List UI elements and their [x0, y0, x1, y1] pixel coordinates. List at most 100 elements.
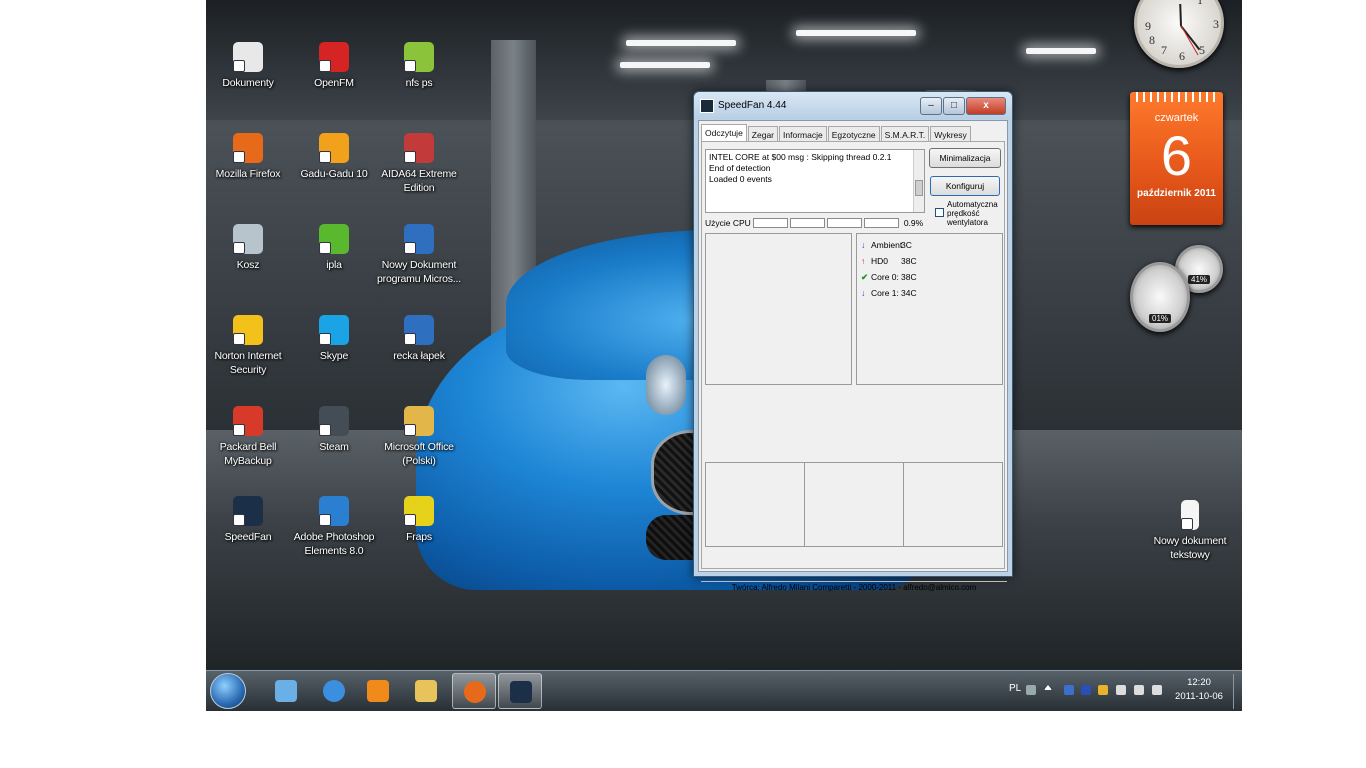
- skype-icon: [319, 315, 349, 345]
- action-center-icon[interactable]: [1116, 685, 1126, 695]
- desktop-icon[interactable]: Packard Bell MyBackup: [206, 406, 293, 468]
- tab-1[interactable]: Zegar: [747, 126, 779, 142]
- tab-2[interactable]: Informacje: [779, 126, 827, 142]
- log-line: End of detection: [709, 163, 771, 173]
- scrollbar-thumb[interactable]: [915, 180, 923, 196]
- recycle-bin-icon: [233, 224, 263, 254]
- wallpaper-light: [1026, 48, 1096, 54]
- speedfan-titlebar[interactable]: SpeedFan 4.44 – □ x: [694, 92, 1012, 119]
- configure-button[interactable]: Konfiguruj: [930, 176, 1000, 196]
- desktop-icon-label: Norton Internet Security: [214, 350, 282, 376]
- folder-icon: [415, 680, 437, 702]
- temperature-row: ↓ Core 1: 34C: [861, 285, 998, 301]
- desktop-icon[interactable]: OpenFM: [289, 42, 379, 90]
- desktop-icon[interactable]: AIDA64 Extreme Edition: [374, 133, 464, 195]
- trend-arrow-icon: ↓: [861, 288, 866, 298]
- window-title: SpeedFan 4.44: [718, 100, 787, 111]
- gadu-gadu-tray-icon[interactable]: [1098, 685, 1108, 695]
- word-doc-icon: [404, 224, 434, 254]
- clock-time: 12:20: [1187, 677, 1211, 688]
- cpu-usage: Użycie CPU 0.9%: [705, 218, 923, 228]
- desktop-icon[interactable]: Adobe Photoshop Elements 8.0: [289, 496, 379, 558]
- desktop-icon[interactable]: Gadu-Gadu 10: [289, 133, 379, 181]
- calendar-gadget[interactable]: czwartek 6 październik 2011: [1130, 92, 1223, 225]
- clock-numeral: 7: [1161, 43, 1167, 57]
- photoshop-elements-icon: [319, 496, 349, 526]
- cpu-gauge-reading: 01%: [1148, 314, 1172, 323]
- firefox-icon: [464, 681, 486, 703]
- desktop-icon-text-file[interactable]: Nowy dokument tekstowy: [1145, 500, 1235, 562]
- desktop-icon-label: Dokumenty: [222, 77, 274, 89]
- voltages-column: [805, 463, 904, 546]
- voltages-area: [705, 462, 1003, 547]
- taskbar-explorer[interactable]: [404, 673, 448, 709]
- wallpaper-light: [620, 62, 710, 68]
- volume-icon[interactable]: [1152, 685, 1162, 695]
- close-button[interactable]: x: [966, 96, 1006, 115]
- sensor-value: 3C: [901, 240, 912, 250]
- desktop-icon[interactable]: Skype: [289, 315, 379, 363]
- intel-icon[interactable]: [1081, 685, 1091, 695]
- calendar-rings: [1136, 92, 1217, 102]
- tab-3[interactable]: Egzotyczne: [827, 126, 880, 142]
- desktop-icon[interactable]: Microsoft Office (Polski): [374, 406, 464, 468]
- desktop-icon[interactable]: ipla: [289, 224, 379, 272]
- tab-0[interactable]: Odczytuje: [701, 124, 747, 142]
- temperature-readings: ↓ Ambient 3C ↑ HD0 38C ✔ Core 0: 38C ↓ Core 1: 34C: [856, 233, 1003, 385]
- clock-numeral: 3: [1213, 17, 1219, 31]
- auto-fan-speed-checkbox[interactable]: Automatyczna prędkość wentylatora: [935, 200, 1005, 227]
- taskbar-speedfan[interactable]: [498, 673, 542, 709]
- sensor-value: 34C: [901, 288, 917, 298]
- desktop-icon[interactable]: Nowy Dokument programu Micros...: [374, 224, 464, 286]
- desktop-icon[interactable]: Fraps: [374, 496, 464, 544]
- desktop-icon-label: OpenFM: [314, 77, 354, 89]
- show-desktop-button[interactable]: [1233, 674, 1242, 709]
- taskbar-pinned-1[interactable]: [264, 673, 308, 709]
- tab-5[interactable]: Wykresy: [930, 126, 971, 142]
- gadu-gadu-icon: [319, 133, 349, 163]
- auto-fan-label: Automatyczna prędkość wentylatora: [947, 200, 998, 227]
- tab-4[interactable]: S.M.A.R.T.: [880, 126, 930, 142]
- desktop-icon-label: Gadu-Gadu 10: [300, 168, 368, 180]
- minimize-to-tray-button[interactable]: Minimalizacja: [929, 148, 1001, 168]
- log-scrollbar[interactable]: [913, 150, 924, 212]
- bluetooth-icon[interactable]: [1064, 685, 1074, 695]
- desktop-icon-label: Mozilla Firefox: [215, 168, 281, 180]
- event-log[interactable]: INTEL CORE at $00 msg : Skipping thread …: [705, 149, 925, 213]
- log-line: INTEL CORE at $00 msg : Skipping thread …: [709, 152, 892, 162]
- language-indicator[interactable]: PL: [1009, 671, 1021, 711]
- cpu-usage-bar: [826, 218, 862, 228]
- minimize-button[interactable]: –: [920, 96, 942, 115]
- taskbar-media-player[interactable]: [356, 673, 400, 709]
- desktop-icon[interactable]: Norton Internet Security: [206, 315, 293, 377]
- fan-speeds-area: [705, 233, 852, 385]
- show-hidden-icons[interactable]: [1044, 685, 1052, 690]
- speedfan-window[interactable]: SpeedFan 4.44 – □ x Odczytuje Zegar Inform…: [693, 91, 1013, 592]
- taskbar-firefox[interactable]: [452, 673, 496, 709]
- desktop-icon[interactable]: Mozilla Firefox: [206, 133, 293, 181]
- cpu-usage-bar: [789, 218, 825, 228]
- author-status: Twórca: Alfredo Milani Comparetti - 2000…: [701, 581, 1007, 593]
- office-folder-icon: [404, 406, 434, 436]
- sensor-value: 38C: [901, 256, 917, 266]
- cpu-gauge[interactable]: 01%: [1130, 262, 1190, 332]
- desktop-icon[interactable]: Kosz: [206, 224, 293, 272]
- maximize-button[interactable]: □: [943, 96, 965, 115]
- temperature-row: ↑ HD0 38C: [861, 253, 998, 269]
- cpu-usage-label: Użycie CPU: [705, 218, 751, 228]
- clock-hour-hand: [1179, 3, 1182, 27]
- desktop-icon[interactable]: Dokumenty: [206, 42, 293, 90]
- tab-strip: Odczytuje Zegar Informacje Egzotyczne S.M.A.…: [701, 124, 972, 142]
- desktop-icon[interactable]: SpeedFan: [206, 496, 293, 544]
- checkbox-box[interactable]: [935, 208, 944, 217]
- desktop-icon[interactable]: recka łapek: [374, 315, 464, 363]
- desktop-icon[interactable]: nfs ps: [374, 42, 464, 90]
- sensor-name: Ambient: [871, 240, 903, 250]
- start-button[interactable]: [210, 673, 246, 709]
- desktop-icon[interactable]: Steam: [289, 406, 379, 454]
- keyboard-icon[interactable]: [1026, 685, 1036, 695]
- aida64-icon: [404, 133, 434, 163]
- network-icon[interactable]: [1134, 685, 1144, 695]
- taskbar-ie[interactable]: [312, 673, 356, 709]
- system-clock[interactable]: 12:20 2011-10-06: [1174, 671, 1224, 711]
